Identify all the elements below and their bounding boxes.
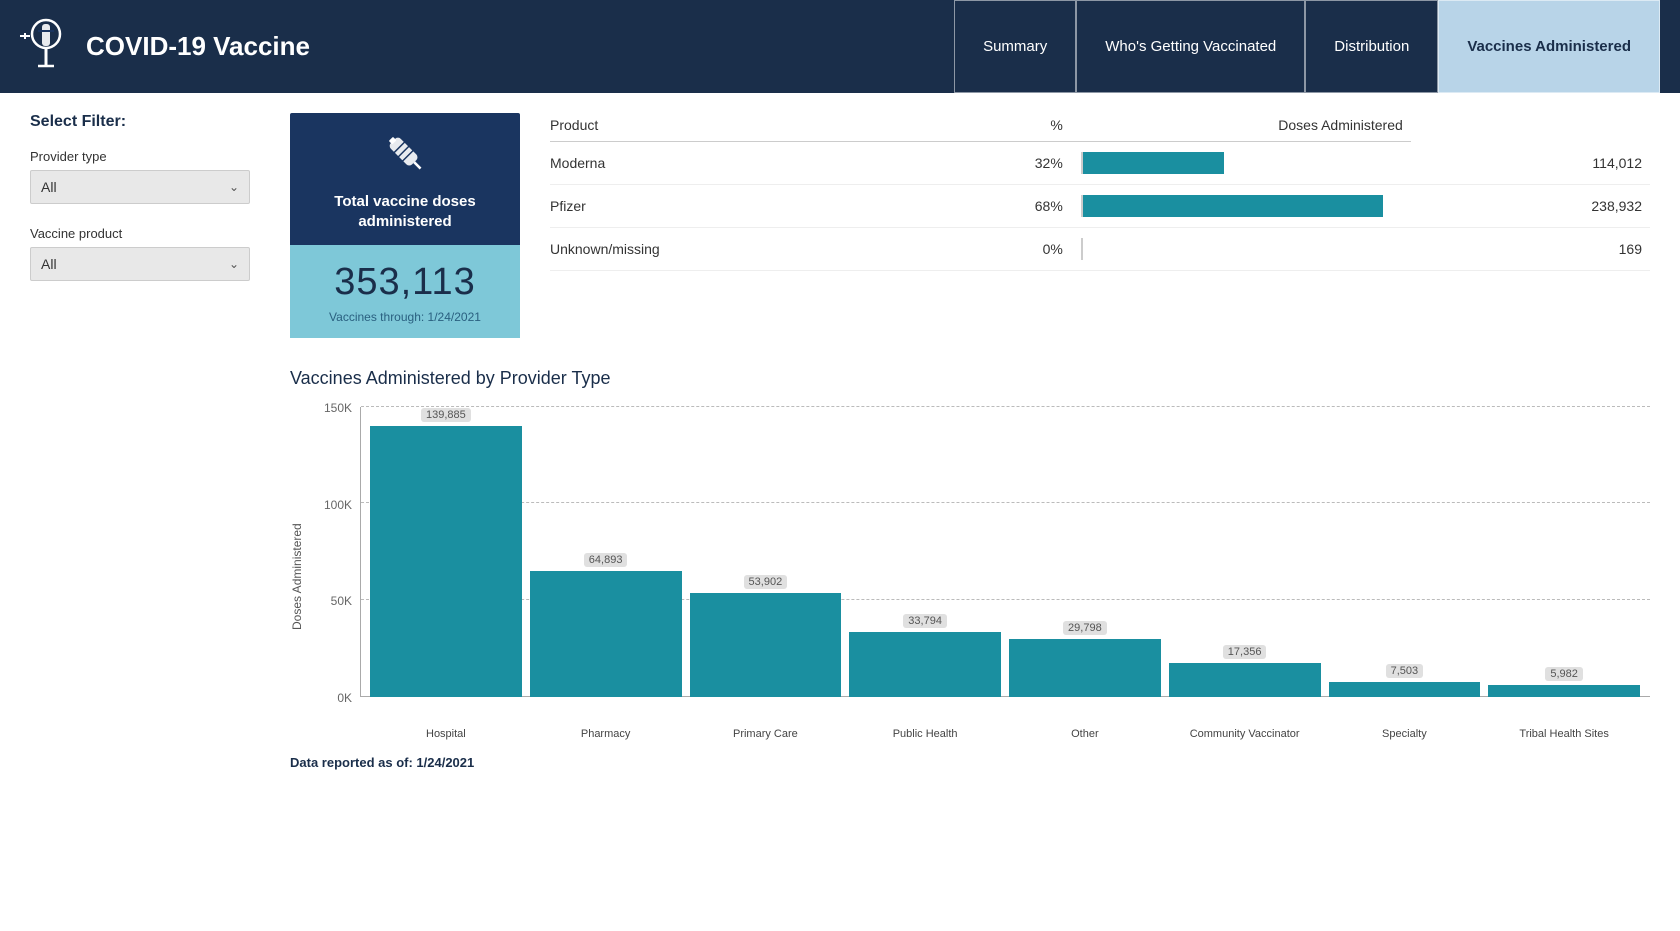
product-bar	[1083, 195, 1383, 217]
col-doses: Doses Administered	[1071, 113, 1411, 142]
bar-x-label: Other	[1071, 727, 1099, 741]
y-label-50k: 50K	[331, 594, 352, 608]
bar-value-label: 33,794	[903, 614, 947, 628]
chart-container: Doses Administered 150K	[290, 407, 1650, 747]
bar-x-label: Primary Care	[733, 727, 798, 741]
vaccine-product-select[interactable]: All ⌄	[30, 247, 250, 281]
bar-value-label: 29,798	[1063, 621, 1107, 635]
total-doses-label: Total vaccine doses administered	[300, 192, 510, 231]
bar-value-label: 7,503	[1386, 664, 1424, 678]
bar-value-label: 5,982	[1545, 667, 1583, 681]
chart-title: Vaccines Administered by Provider Type	[290, 368, 1650, 389]
y-axis-label: Doses Administered	[290, 407, 304, 747]
footer-note: Data reported as of: 1/24/2021	[290, 755, 1650, 770]
total-doses-card-bottom: 353,113 Vaccines through: 1/24/2021	[290, 245, 520, 338]
product-doses: 238,932	[1411, 185, 1650, 228]
product-percent: 68%	[949, 185, 1071, 228]
app-title: COVID-19 Vaccine	[86, 31, 310, 62]
product-table: Product % Doses Administered Moderna 32%…	[550, 113, 1650, 271]
y-label-100k: 100K	[324, 498, 352, 512]
provider-type-chevron-icon: ⌄	[229, 180, 239, 194]
syringe-icon	[300, 131, 510, 186]
bar-value-label: 17,356	[1223, 645, 1267, 659]
bar-value-label: 139,885	[421, 408, 471, 422]
product-name: Moderna	[550, 142, 949, 185]
chart-bar	[1169, 663, 1321, 697]
product-table-area: Product % Doses Administered Moderna 32%…	[550, 113, 1650, 271]
bar-x-label: Tribal Health Sites	[1519, 727, 1608, 741]
product-bar-cell	[1071, 228, 1411, 271]
chart-bar	[1329, 682, 1481, 697]
tab-distribution[interactable]: Distribution	[1305, 0, 1438, 93]
chart-bar	[530, 571, 682, 697]
vaccine-logo-icon	[20, 16, 72, 78]
bar-x-label: Specialty	[1382, 727, 1427, 741]
bar-divider	[1081, 238, 1083, 260]
col-product: Product	[550, 113, 949, 142]
stats-row: Total vaccine doses administered 353,113…	[290, 113, 1650, 338]
product-doses: 114,012	[1411, 142, 1650, 185]
bar-x-label: Public Health	[893, 727, 958, 741]
product-name: Unknown/missing	[550, 228, 949, 271]
bar-x-label: Hospital	[426, 727, 466, 741]
total-doses-date: Vaccines through: 1/24/2021	[300, 310, 510, 334]
vaccine-product-label: Vaccine product	[30, 226, 270, 241]
bar-x-label: Community Vaccinator	[1190, 727, 1300, 741]
product-doses: 169	[1411, 228, 1650, 271]
total-doses-card: Total vaccine doses administered 353,113…	[290, 113, 520, 338]
vaccine-product-chevron-icon: ⌄	[229, 257, 239, 271]
tab-summary[interactable]: Summary	[954, 0, 1076, 93]
chart-inner: 150K 100K 50K 0K 139,885Hospital64,893Ph…	[310, 407, 1650, 747]
main-nav: Summary Who's Getting Vaccinated Distrib…	[954, 0, 1660, 93]
tab-vaccines-administered[interactable]: Vaccines Administered	[1438, 0, 1660, 93]
product-bar	[1083, 152, 1224, 174]
vaccine-product-filter: Vaccine product All ⌄	[30, 226, 270, 281]
provider-type-select[interactable]: All ⌄	[30, 170, 250, 204]
y-label-0k: 0K	[337, 691, 352, 705]
col-percent: %	[949, 113, 1071, 142]
y-label-150k: 150K	[324, 401, 352, 415]
table-row: Unknown/missing 0% 169	[550, 228, 1650, 271]
chart-bar	[849, 632, 1001, 697]
bar-value-label: 53,902	[744, 575, 788, 589]
table-row: Pfizer 68% 238,932	[550, 185, 1650, 228]
provider-type-label: Provider type	[30, 149, 270, 164]
header: COVID-19 Vaccine Summary Who's Getting V…	[0, 0, 1680, 93]
logo-area: COVID-19 Vaccine	[20, 16, 310, 78]
chart-axes: 150K 100K 50K 0K 139,885Hospital64,893Ph…	[310, 407, 1650, 747]
chart-bar	[1009, 639, 1161, 697]
chart-bar	[1488, 685, 1640, 697]
product-name: Pfizer	[550, 185, 949, 228]
bar-divider	[1081, 152, 1083, 174]
y-axis-labels: 150K 100K 50K 0K	[310, 407, 356, 697]
filter-section-title: Select Filter:	[30, 113, 270, 131]
filter-sidebar: Select Filter: Provider type All ⌄ Vacci…	[30, 113, 290, 303]
chart-bar	[690, 593, 842, 697]
product-percent: 0%	[949, 228, 1071, 271]
chart-bar	[370, 426, 522, 697]
bar-divider	[1081, 195, 1083, 217]
bars-container: 139,885Hospital64,893Pharmacy53,902Prima…	[360, 407, 1650, 697]
total-doses-card-top: Total vaccine doses administered	[290, 113, 520, 245]
bar-value-label: 64,893	[584, 553, 628, 567]
product-percent: 32%	[949, 142, 1071, 185]
content-area: Total vaccine doses administered 353,113…	[290, 113, 1650, 770]
main-content: Select Filter: Provider type All ⌄ Vacci…	[0, 93, 1680, 931]
table-row: Moderna 32% 114,012	[550, 142, 1650, 185]
product-bar-cell	[1071, 142, 1411, 185]
total-doses-number: 353,113	[300, 261, 510, 304]
bar-x-label: Pharmacy	[581, 727, 631, 741]
chart-section: Vaccines Administered by Provider Type D…	[290, 368, 1650, 747]
provider-type-filter: Provider type All ⌄	[30, 149, 270, 204]
product-bar-cell	[1071, 185, 1411, 228]
tab-who-vaccinated[interactable]: Who's Getting Vaccinated	[1076, 0, 1305, 93]
